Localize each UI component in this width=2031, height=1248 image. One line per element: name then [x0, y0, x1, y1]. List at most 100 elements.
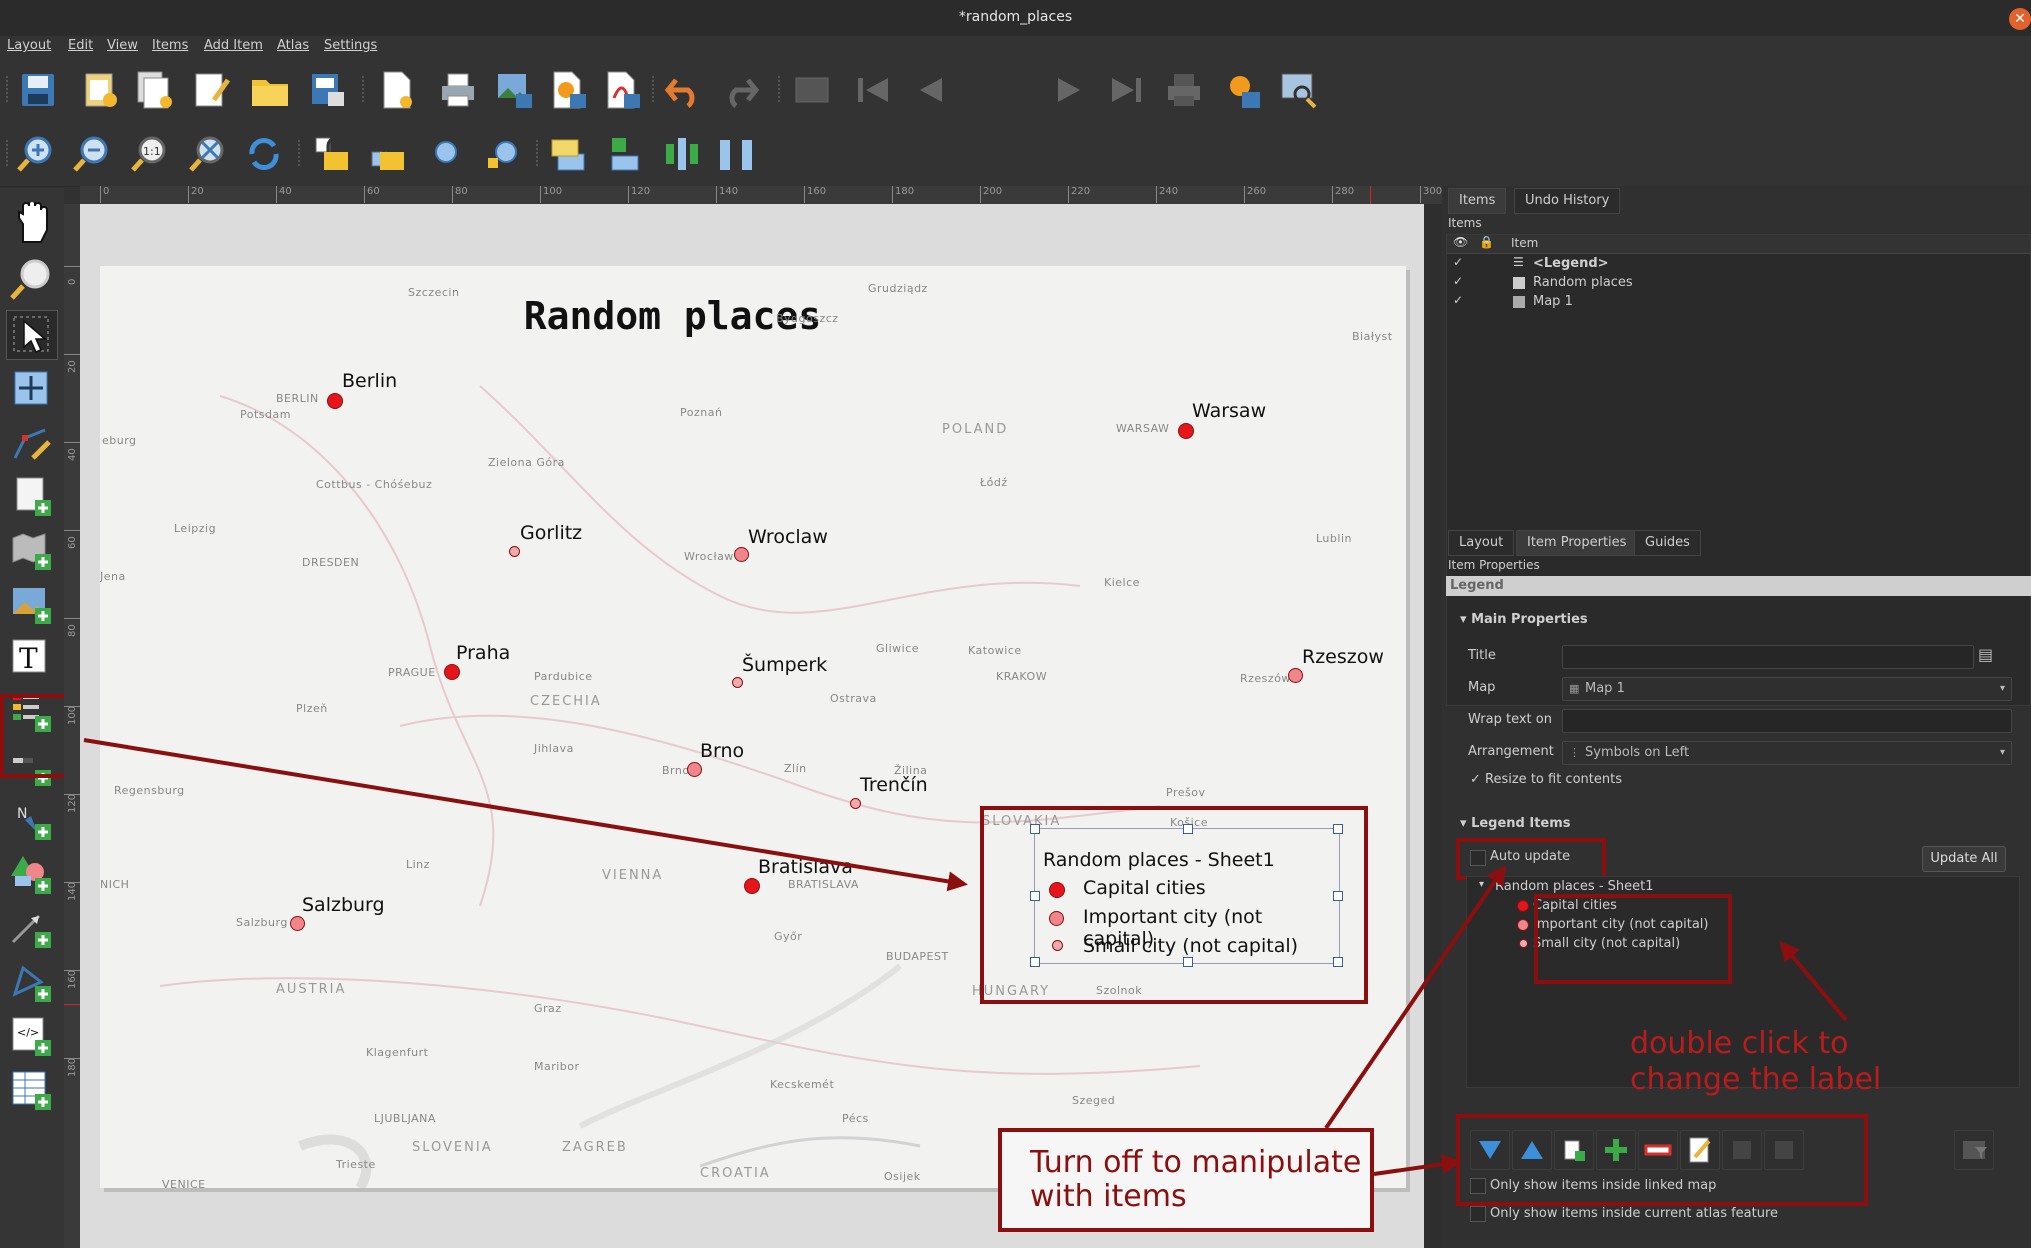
- align-items-icon[interactable]: [602, 132, 646, 176]
- last-feature-icon[interactable]: [1104, 68, 1148, 112]
- visible-checkbox[interactable]: ✓: [1453, 274, 1463, 288]
- main-properties-header[interactable]: ▾ Main Properties: [1460, 612, 1588, 627]
- export-svg-icon[interactable]: [546, 68, 590, 112]
- map-item[interactable]: Random places Szczecin Grudziądz Bydgosz…: [100, 266, 1406, 1188]
- canvas-scrollbar[interactable]: [1424, 204, 1442, 1248]
- zoom-tool-icon[interactable]: [6, 256, 56, 304]
- tab-item-properties[interactable]: Item Properties: [1516, 530, 1638, 556]
- menu-layout[interactable]: Layout: [7, 38, 51, 53]
- zoom-actual-icon[interactable]: 1:1: [128, 132, 172, 176]
- add-label-icon[interactable]: T: [6, 634, 56, 682]
- refresh-icon[interactable]: [242, 132, 286, 176]
- menu-edit[interactable]: Edit: [68, 38, 93, 53]
- collapse-icon[interactable]: ▾: [1479, 879, 1484, 890]
- layout-manager-icon[interactable]: [190, 68, 234, 112]
- edit-nodes-icon[interactable]: [6, 418, 56, 466]
- wrap-text-field[interactable]: [1562, 709, 2012, 733]
- menu-view[interactable]: View: [107, 38, 138, 53]
- legend-title-field[interactable]: [1562, 645, 1974, 669]
- lock-items-icon[interactable]: [310, 132, 354, 176]
- items-row[interactable]: ✓ Random places: [1447, 274, 2030, 292]
- add-picture-icon[interactable]: [6, 580, 56, 628]
- only-atlas-checkbox[interactable]: [1470, 1206, 1486, 1222]
- save-template-icon[interactable]: [306, 68, 350, 112]
- visible-checkbox[interactable]: ✓: [1453, 293, 1463, 307]
- unlock-items-icon[interactable]: [366, 132, 410, 176]
- first-feature-icon[interactable]: [852, 68, 896, 112]
- print-icon[interactable]: [436, 68, 480, 112]
- menu-settings[interactable]: Settings: [324, 38, 377, 53]
- arrangement-combobox[interactable]: ⋮ Symbols on Left ▾: [1562, 741, 2012, 765]
- tab-guides[interactable]: Guides: [1634, 530, 1701, 556]
- ungroup-items-icon[interactable]: [482, 132, 526, 176]
- toolbar-grip[interactable]: [362, 76, 368, 102]
- add-map-icon[interactable]: [6, 526, 56, 574]
- chevron-down-icon[interactable]: ▾: [2000, 678, 2005, 700]
- zoom-in-icon[interactable]: [14, 132, 58, 176]
- open-folder-icon[interactable]: [248, 68, 292, 112]
- add-html-icon[interactable]: </>: [6, 1012, 56, 1060]
- basemap-label: BUDAPEST: [886, 950, 949, 963]
- add-attribute-table-icon[interactable]: [6, 1066, 56, 1114]
- add-shape-icon[interactable]: [6, 850, 56, 898]
- ruler-tick: 300: [1420, 186, 1442, 203]
- tab-layout[interactable]: Layout: [1448, 530, 1515, 556]
- toolbar-grip[interactable]: [652, 76, 658, 102]
- menu-items[interactable]: Items: [152, 38, 188, 53]
- print-atlas-icon[interactable]: [1162, 68, 1206, 112]
- redo-icon[interactable]: [718, 68, 762, 112]
- items-row[interactable]: ✓ Map 1: [1447, 293, 2030, 311]
- export-pdf-icon[interactable]: [600, 68, 644, 112]
- legend-tree-group[interactable]: Random places - Sheet1: [1495, 879, 1654, 894]
- distribute-items-icon[interactable]: [660, 132, 704, 176]
- add-north-arrow-icon[interactable]: N: [6, 796, 56, 844]
- previous-feature-icon[interactable]: [908, 68, 952, 112]
- layout-page[interactable]: Random places Szczecin Grudziądz Bydgosz…: [100, 266, 1406, 1188]
- pan-tool-icon[interactable]: [6, 200, 56, 248]
- visible-checkbox[interactable]: ✓: [1453, 255, 1463, 269]
- legend-highlight: [980, 806, 1368, 1004]
- legend-items-header[interactable]: ▾ Legend Items: [1460, 816, 1571, 831]
- tab-undo-history[interactable]: Undo History: [1514, 188, 1621, 214]
- zoom-out-icon[interactable]: [70, 132, 114, 176]
- export-image-icon[interactable]: [492, 68, 536, 112]
- toolbar-grip[interactable]: [536, 140, 542, 166]
- items-tree[interactable]: 👁 🔒 Item ✓ ☰ <Legend> ✓ Random places ✓ …: [1446, 234, 2031, 706]
- add-page-icon[interactable]: [6, 472, 56, 520]
- export-atlas-icon[interactable]: [1220, 68, 1264, 112]
- atlas-settings-icon[interactable]: [1276, 68, 1320, 112]
- resize-checkbox[interactable]: ✓ Resize to fit contents: [1470, 772, 1622, 787]
- menu-atlas[interactable]: Atlas: [277, 38, 309, 53]
- new-layout-icon[interactable]: [78, 68, 122, 112]
- group-items-icon[interactable]: [426, 132, 470, 176]
- save-icon[interactable]: [16, 68, 60, 112]
- resize-items-icon[interactable]: [714, 132, 758, 176]
- add-node-item-icon[interactable]: [6, 958, 56, 1006]
- move-content-icon[interactable]: [6, 364, 56, 412]
- add-arrow-icon[interactable]: [6, 904, 56, 952]
- new-page-icon[interactable]: [374, 68, 418, 112]
- update-all-button[interactable]: Update All: [1922, 846, 2006, 872]
- city-label: Bratislava: [758, 856, 853, 878]
- toolbar-grip[interactable]: [778, 76, 784, 102]
- layout-title[interactable]: Random places: [100, 294, 1245, 338]
- expression-icon[interactable]: ▤: [1978, 645, 2004, 669]
- zoom-full-icon[interactable]: [186, 132, 230, 176]
- chevron-down-icon[interactable]: ▾: [2000, 742, 2005, 764]
- map-combobox[interactable]: ▦ Map 1 ▾: [1562, 677, 2012, 701]
- toolbar-grip[interactable]: [6, 76, 12, 102]
- ruler-tick: 180: [892, 186, 914, 203]
- close-icon[interactable]: ✕: [2009, 8, 2031, 30]
- undo-icon[interactable]: [662, 68, 706, 112]
- next-feature-icon[interactable]: [1048, 68, 1092, 112]
- atlas-preview-icon[interactable]: [790, 68, 834, 112]
- duplicate-layout-icon[interactable]: [132, 68, 176, 112]
- toolbar-grip[interactable]: [6, 140, 12, 166]
- tab-items[interactable]: Items: [1448, 188, 1507, 214]
- menu-add-item[interactable]: Add Item: [204, 38, 263, 53]
- raise-items-icon[interactable]: [546, 132, 590, 176]
- toolbar-grip[interactable]: [298, 140, 304, 166]
- items-row[interactable]: ✓ ☰ <Legend>: [1447, 255, 2030, 273]
- filter-by-map-icon[interactable]: [1954, 1130, 1994, 1170]
- select-tool-icon[interactable]: [6, 310, 58, 360]
